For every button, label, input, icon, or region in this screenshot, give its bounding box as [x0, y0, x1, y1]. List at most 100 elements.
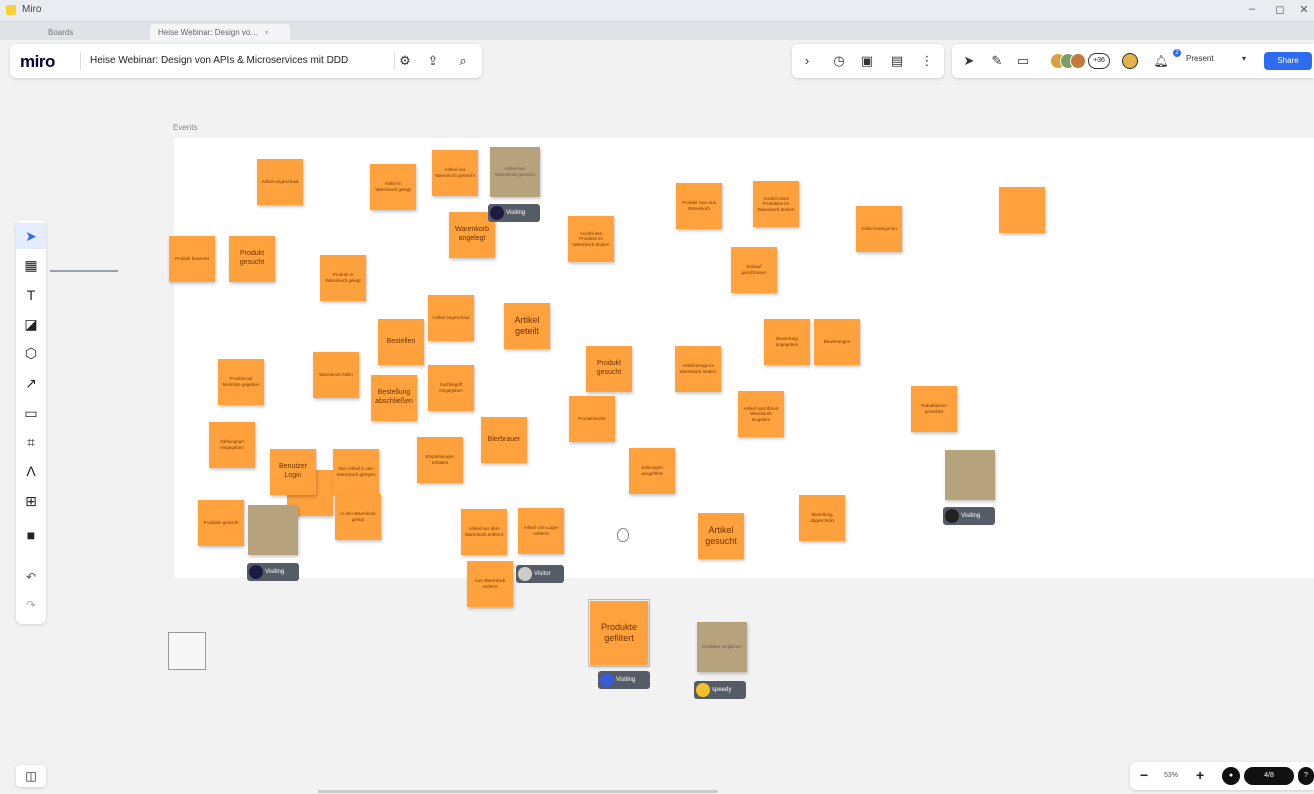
connection-line-icon[interactable]: ↗ — [16, 370, 46, 396]
notification-badge: 2 — [1173, 49, 1181, 57]
pen-tool-icon[interactable]: Λ — [16, 458, 46, 484]
frame-label[interactable]: Events — [173, 123, 197, 132]
timer-icon[interactable]: ◷ — [830, 52, 848, 70]
comment-tool-icon[interactable]: ▭ — [16, 400, 46, 426]
sticky-note[interactable]: Artikel angeschaut — [428, 295, 474, 341]
sticky-note[interactable]: Warenkorb füllen — [313, 352, 359, 398]
side-panel-icon[interactable]: ◫ — [16, 765, 46, 787]
tab-close-icon[interactable]: × — [264, 28, 269, 37]
sticky-note[interactable]: Artikel aus dem Warenkorb entfernt — [461, 509, 507, 555]
sticky-note[interactable]: Produkte gesucht — [198, 500, 244, 546]
sticky-note[interactable]: Empfehlungen erhalten — [417, 437, 463, 483]
redo-icon[interactable]: ↷ — [16, 592, 46, 618]
collaborator-count[interactable]: +36 — [1088, 53, 1110, 69]
horizontal-scrollbar[interactable] — [318, 790, 718, 793]
cursor-icon[interactable]: ➤ — [960, 52, 978, 70]
sticky-note[interactable]: Produkt gesucht — [586, 346, 632, 392]
sticky-note[interactable]: Benutzer Login — [270, 449, 316, 495]
sticky-note-grey[interactable] — [945, 450, 995, 500]
reactions-toggle-icon[interactable]: ● — [1222, 767, 1240, 785]
sticky-note[interactable]: Zahlungsart eingegeben — [209, 422, 255, 468]
user-name: Visiting — [506, 210, 526, 216]
card-icon[interactable]: ▣ — [858, 52, 876, 70]
connector-line[interactable] — [50, 270, 118, 272]
sticky-note[interactable]: Anzahl eines Produktes im Warenkorb ände… — [753, 181, 799, 227]
sticky-note[interactable]: In den Warenkorb gelegt — [335, 494, 381, 540]
board-title[interactable]: Heise Webinar: Design von APIs & Microse… — [90, 55, 348, 66]
sticky-note[interactable]: Bewertungen — [814, 319, 860, 365]
sticky-note[interactable]: Produkt in Warenkorb gelegt — [320, 255, 366, 301]
shapes-icon[interactable]: ⬡ — [16, 340, 46, 366]
help-icon[interactable]: ? — [1298, 767, 1314, 785]
sticky-note[interactable]: Bewertung angegeben — [764, 319, 810, 365]
online-users-counter[interactable]: 4/8 — [1244, 767, 1294, 785]
more-icon[interactable]: ⋮ — [918, 52, 936, 70]
bell-icon[interactable]: 🔔︎ — [1152, 52, 1170, 70]
sticky-note[interactable]: Produkt bewertet — [169, 236, 215, 282]
chevron-right-icon[interactable]: › — [798, 52, 816, 70]
sticky-note[interactable]: Den Artikel in den Warenkorb gelegen — [333, 449, 379, 495]
sticky-note-icon[interactable]: ◪ — [16, 311, 46, 337]
zoom-in-button[interactable]: + — [1196, 767, 1204, 783]
minimize-button[interactable]: – — [1244, 3, 1260, 15]
upload-icon[interactable]: ⊞ — [16, 488, 46, 514]
sticky-note[interactable]: Anzahl des Produkts im Warenkorb ändern — [568, 216, 614, 262]
sticky-note[interactable]: Aus Warenkorb entfernt — [467, 561, 513, 607]
share-button[interactable]: Share — [1264, 52, 1312, 70]
undo-icon[interactable]: ↶ — [16, 564, 46, 590]
sticky-note-grey[interactable] — [248, 505, 298, 555]
sticky-note[interactable]: Produkt gesucht — [229, 236, 275, 282]
sticky-note[interactable]: Artikel geteilt — [504, 303, 550, 349]
maximize-button[interactable]: ◻ — [1272, 3, 1288, 16]
sticky-note[interactable]: Artikel in Warenkorb gelegt — [370, 164, 416, 210]
sticky-note[interactable]: Artikel vom Lager entfernt — [518, 508, 564, 554]
zoom-out-button[interactable]: − — [1140, 767, 1148, 783]
miro-logo[interactable]: miro — [20, 52, 55, 72]
sticky-note[interactable]: Bestellen — [378, 319, 424, 365]
sticky-note[interactable]: Suchbegriff eingegeben — [428, 365, 474, 411]
avatar — [249, 565, 263, 579]
empty-frame[interactable] — [168, 632, 206, 670]
apps-icon[interactable]: ■ — [16, 522, 46, 548]
sticky-note-selected[interactable]: Produkte gefiltert — [588, 599, 650, 667]
sticky-note[interactable]: Artikelmenge im Warenkorb ändern — [675, 346, 721, 392]
sticky-note[interactable]: Einkauf geschlossen — [731, 247, 777, 293]
tab-bar: Boards Heise Webinar: Design vo… × — [0, 22, 1314, 40]
sticky-note[interactable]: Bierbrauer — [481, 417, 527, 463]
creation-toolbar: ➤ ▦ T ◪ ⬡ ↗ ▭ ⌗ Λ ⊞ ■ ↶ ↷ — [16, 220, 46, 624]
sticky-note[interactable]: Zahlungen ausgeführt — [629, 448, 675, 494]
tab-board[interactable]: Heise Webinar: Design vo… × — [150, 24, 290, 40]
chevron-down-icon[interactable]: ▾ — [1242, 54, 1246, 63]
user-name: Visiting — [961, 513, 981, 519]
avatar[interactable] — [1070, 53, 1086, 69]
reactions-icon[interactable]: ✎ — [988, 52, 1006, 70]
settings-icon[interactable]: ⚙ — [396, 52, 414, 70]
frame-tool-icon[interactable]: ⌗ — [16, 429, 46, 455]
sticky-note[interactable]: Produkt raus aus Warenkorb — [676, 183, 722, 229]
sticky-note[interactable]: Artikel Kategorien — [856, 206, 902, 252]
select-tool-icon[interactable]: ➤ — [16, 223, 46, 249]
avatar[interactable] — [1122, 53, 1138, 69]
zoom-level[interactable]: 53% — [1164, 772, 1178, 779]
sticky-note[interactable]: Artikel angeschaut — [257, 159, 303, 205]
notes-icon[interactable]: ▤ — [888, 52, 906, 70]
templates-icon[interactable]: ▦ — [16, 252, 46, 278]
sticky-note[interactable]: Produkt auf Merkliste gegeben — [218, 359, 264, 405]
close-window-button[interactable]: ✕ — [1296, 3, 1312, 16]
sticky-note[interactable]: Produktsuche — [569, 396, 615, 442]
search-icon[interactable]: ⌕ — [454, 52, 472, 70]
sticky-note[interactable]: Produkte verglichen — [697, 622, 747, 672]
sticky-note[interactable]: Artikel gesucht — [698, 513, 744, 559]
present-button[interactable]: Present — [1186, 54, 1214, 63]
sticky-note[interactable]: Artikel aus Warenkorb gelöscht — [490, 147, 540, 197]
sticky-note[interactable]: Rabattaktion gemeldet — [911, 386, 957, 432]
text-tool-icon[interactable]: T — [16, 282, 46, 308]
sticky-note[interactable]: Artikel spezifiziert Warenkorb eingeben — [738, 391, 784, 437]
sticky-note-empty[interactable] — [999, 187, 1045, 233]
tab-boards[interactable]: Boards — [40, 24, 130, 40]
comment-icon[interactable]: ▭ — [1014, 52, 1032, 70]
sticky-note[interactable]: Bestellung abgeschickt — [799, 495, 845, 541]
export-icon[interactable]: ⇪ — [424, 52, 442, 70]
sticky-note[interactable]: Bestellung abschließen — [371, 375, 417, 421]
sticky-note[interactable]: Artikel aus Warenkorb gelöscht — [432, 150, 478, 196]
